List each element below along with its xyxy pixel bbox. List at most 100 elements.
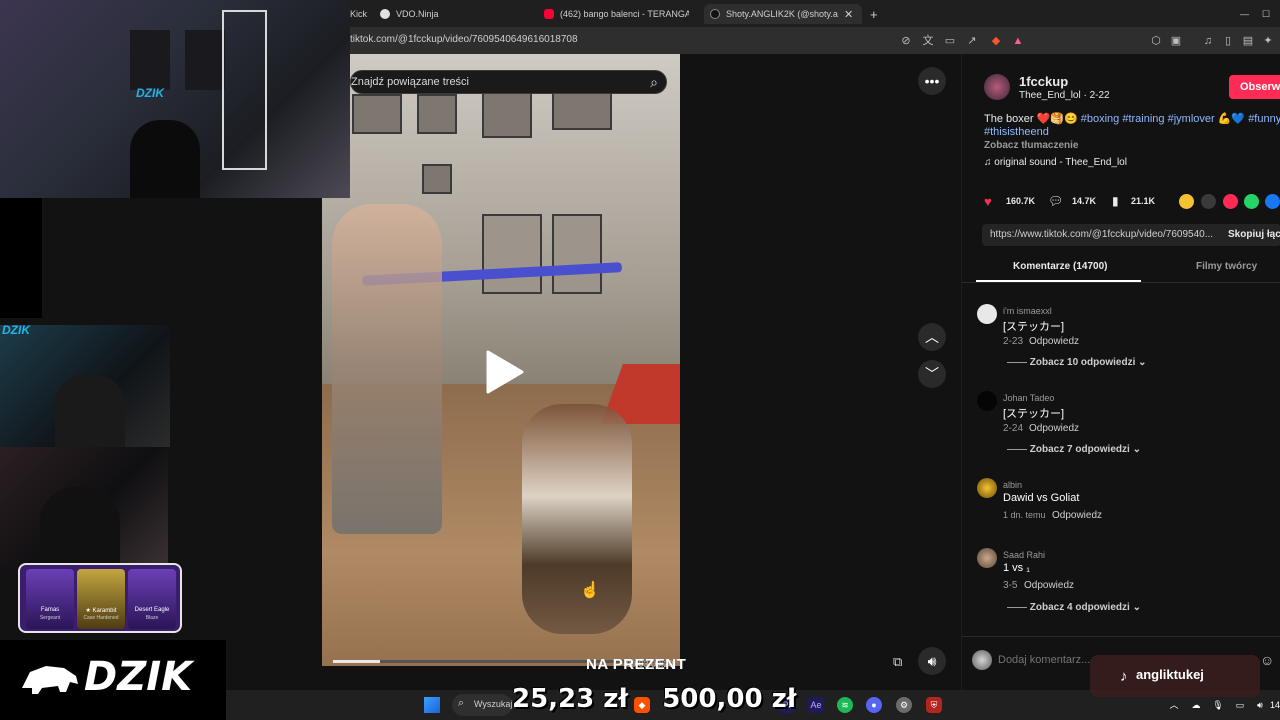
clock[interactable]: 14 <box>1270 697 1280 713</box>
comment-text: 1 vs ₁ <box>1003 562 1030 574</box>
extensions-icon[interactable]: ⬡ <box>1150 35 1162 47</box>
embed-icon[interactable] <box>1201 194 1216 209</box>
speaker-icon[interactable]: 🔊︎ <box>1252 697 1268 713</box>
close-tab-icon[interactable]: ✕ <box>844 8 853 21</box>
tab-tiktok-active[interactable]: Shoty.ANGLIK2K (@shoty.angli ✕ <box>704 4 862 24</box>
mirror <box>552 214 602 294</box>
share-url[interactable]: https://www.tiktok.com/@1fcckup/video/76… <box>990 229 1213 240</box>
author-avatar[interactable] <box>984 74 1010 100</box>
related-search-bar[interactable]: Znajdź powiązane treści ⌕ <box>350 70 667 94</box>
like-count: 160.7K <box>1006 196 1036 206</box>
spotify-icon[interactable]: ≋ <box>837 697 853 713</box>
taskbar-search[interactable]: ⌕ Wyszukaj <box>452 694 512 716</box>
comment-username[interactable]: Johan Tadeo <box>1003 393 1054 403</box>
repost-icon[interactable] <box>1179 194 1194 209</box>
dzik-wall-logo: DZIK <box>136 86 164 100</box>
whatsapp-icon[interactable] <box>1244 194 1259 209</box>
tiktok-icon: ♪ <box>1120 668 1128 685</box>
wallet-card-icon[interactable]: ▤ <box>1242 35 1254 47</box>
mouse-cursor-icon: ☝ <box>580 582 600 599</box>
commenter-avatar[interactable] <box>977 478 997 498</box>
play-button[interactable] <box>484 350 524 394</box>
play-icon <box>486 350 524 394</box>
tab-youtube[interactable]: (462) bango balenci - TERANGA (Cli <box>544 4 689 24</box>
sidebar-icon[interactable]: ▯ <box>1222 35 1234 47</box>
skin-card-sub: Blaze <box>145 615 159 621</box>
search-icon[interactable]: ⌕ <box>650 74 658 91</box>
translate-icon[interactable]: 文 <box>922 35 934 47</box>
new-tab-button[interactable]: + <box>870 4 884 24</box>
reply-button[interactable]: Odpowiedz <box>1029 423 1079 434</box>
sound-name: original sound - Thee_End_lol <box>994 157 1127 168</box>
commenter-avatar[interactable] <box>977 548 997 568</box>
share-link-box: https://www.tiktok.com/@1fcckup/video/76… <box>982 224 1280 246</box>
reply-button[interactable]: Odpowiedz <box>1052 510 1102 521</box>
author-username[interactable]: 1fcckup <box>1019 74 1068 89</box>
url-field[interactable]: tiktok.com/@1fcckup/video/76095406496160… <box>350 34 578 45</box>
comment-username[interactable]: albin <box>1003 480 1022 490</box>
brave-shield-icon[interactable]: ◆ <box>990 35 1002 47</box>
leo-ai-icon[interactable]: ✦ <box>1262 35 1274 47</box>
maximize-icon[interactable]: ☐ <box>1262 4 1276 24</box>
shield-app-icon[interactable]: ⛨ <box>926 697 942 713</box>
chevron-down-icon: ⌄ <box>1129 444 1141 455</box>
view-replies-button[interactable]: —— Zobacz 10 odpowiedzi ⌄ <box>1007 357 1147 368</box>
view-replies-button[interactable]: —— Zobacz 4 odpowiedzi ⌄ <box>1007 602 1141 613</box>
brave-rewards-icon[interactable]: ▲ <box>1012 35 1024 47</box>
comment-icon: 💬︎ <box>1048 194 1064 208</box>
wallet-icon[interactable]: ▣ <box>1170 35 1182 47</box>
dzik-neon-logo: DZIK <box>2 325 30 337</box>
tab-comments[interactable]: Komentarze (14700) <box>1013 261 1107 272</box>
view-replies-label: Zobacz 4 odpowiedzi <box>1029 602 1130 613</box>
minimize-icon[interactable]: — <box>1240 4 1254 24</box>
commenter-avatar[interactable] <box>977 304 997 324</box>
next-video-button[interactable]: ﹀ <box>918 360 946 388</box>
facebook-icon[interactable] <box>1265 194 1280 209</box>
network-icon[interactable]: ▭ <box>1232 697 1248 713</box>
tab-vdo-ninja[interactable]: VDO.Ninja <box>380 4 510 24</box>
commenter-avatar[interactable] <box>977 391 997 411</box>
media-icon[interactable]: ♫ <box>1202 35 1214 47</box>
guest-silhouette <box>40 487 120 567</box>
discord-icon[interactable]: ● <box>866 697 882 713</box>
mic-icon[interactable]: 🎙︎ <box>1210 697 1226 713</box>
translate-link[interactable]: Zobacz tłumaczenie <box>984 140 1078 151</box>
previous-video-button[interactable]: ︿ <box>918 323 946 351</box>
comment-username[interactable]: i'm ismaexxl <box>1003 306 1052 316</box>
after-effects-icon[interactable]: Ae <box>808 697 824 713</box>
send-icon[interactable] <box>1223 194 1238 209</box>
view-replies-button[interactable]: —— Zobacz 7 odpowiedzi ⌄ <box>1007 444 1141 455</box>
save-button[interactable]: ▮ 21.1K <box>1110 194 1170 210</box>
skin-cards-overlay: Famas Sergeant ★ Karambit Case Hardened … <box>18 563 182 633</box>
cloud-icon[interactable]: ☁ <box>1188 697 1204 713</box>
sound-row[interactable]: ♫ original sound - Thee_End_lol <box>984 157 1127 168</box>
poster <box>552 90 612 130</box>
follow-button[interactable]: Obserwuj <box>1229 75 1280 99</box>
pip-icon[interactable]: ⧉ <box>893 654 902 670</box>
post-hashtags-more[interactable]: #funny <box>1248 113 1280 125</box>
tab-creator-videos[interactable]: Filmy twórcy <box>1196 261 1257 272</box>
comment-button[interactable]: 💬︎ 14.7K <box>1048 194 1108 210</box>
volume-button[interactable]: 🔊︎ <box>918 647 946 675</box>
skin-card-sub: Case Hardened <box>83 615 119 621</box>
eye-off-icon[interactable]: ⊘ <box>900 35 912 47</box>
child-figure <box>522 404 632 634</box>
emoji-picker-icon[interactable]: ☺ <box>1260 652 1274 668</box>
cast-icon[interactable]: ▭ <box>944 35 956 47</box>
share-icon[interactable]: ↗ <box>966 35 978 47</box>
post-hashtag-line2[interactable]: #thisistheend <box>984 126 1049 138</box>
guest-camera-2 <box>0 447 168 567</box>
reply-button[interactable]: Odpowiedz <box>1029 336 1079 347</box>
more-options-button[interactable]: ••• <box>918 67 946 95</box>
tray-chevron-icon[interactable]: ︿ <box>1166 697 1182 713</box>
acoustic-panel <box>185 30 225 90</box>
post-hashtags[interactable]: #boxing #training #jymlover <box>1081 113 1215 125</box>
windows-start-icon[interactable] <box>424 697 440 713</box>
settings-icon[interactable]: ⚙ <box>896 697 912 713</box>
composer-divider <box>962 636 1280 637</box>
tab-kick[interactable]: Kick <box>350 4 372 24</box>
chevron-down-icon: ⌄ <box>1129 602 1141 613</box>
reply-button[interactable]: Odpowiedz <box>1024 580 1074 591</box>
comment-username[interactable]: Saad Rahi <box>1003 550 1045 560</box>
copy-link-button[interactable]: Skopiuj łącze <box>1228 229 1280 240</box>
